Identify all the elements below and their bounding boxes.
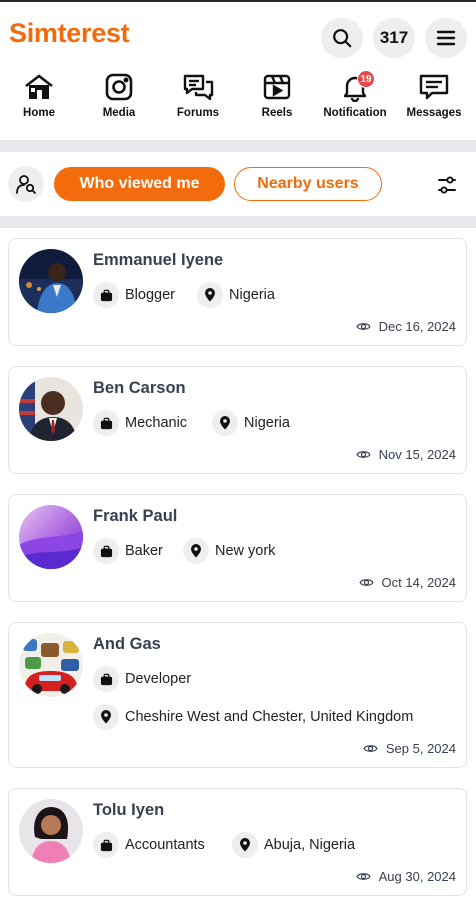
- search-button[interactable]: [321, 18, 363, 58]
- location: Nigeria: [197, 282, 275, 308]
- occupation: Baker: [93, 538, 163, 564]
- search-icon: [333, 29, 352, 48]
- viewed-date: Oct 14, 2024: [358, 575, 456, 590]
- occupation-text: Baker: [125, 543, 163, 559]
- occupation-text: Mechanic: [125, 415, 188, 431]
- avatar[interactable]: [19, 249, 83, 313]
- nav-reels[interactable]: Reels: [232, 72, 322, 119]
- reels-icon: [263, 74, 291, 100]
- location-pin-icon: [183, 538, 209, 564]
- avatar[interactable]: [19, 799, 83, 863]
- occupation-text: Developer: [125, 671, 192, 687]
- notification-badge: 19: [357, 70, 375, 88]
- occupation: Developer: [93, 666, 191, 692]
- date-text: Aug 30, 2024: [378, 869, 456, 884]
- nav-forums-label: Forums: [176, 107, 220, 119]
- coins-button[interactable]: 317: [373, 18, 415, 58]
- eye-icon: [358, 579, 374, 586]
- viewed-date: Nov 15, 2024: [356, 447, 456, 462]
- divider: [0, 216, 476, 228]
- location-text: Nigeria: [244, 415, 290, 431]
- messages-icon: [419, 74, 449, 100]
- location-text: Abuja, Nigeria: [264, 837, 356, 853]
- main-nav: Home Media Forums Reels 19 Notification …: [0, 70, 476, 130]
- forums-icon: [183, 74, 214, 101]
- viewed-date: Dec 16, 2024: [356, 319, 456, 334]
- location: Cheshire West and Chester, United Kingdo…: [93, 704, 413, 730]
- viewed-date: Sep 5, 2024: [363, 741, 456, 756]
- avatar[interactable]: [19, 633, 83, 697]
- nav-notification-label: Notification: [323, 107, 387, 119]
- location: New york: [183, 538, 275, 564]
- eye-icon: [356, 323, 371, 330]
- viewer-name[interactable]: Tolu Iyen: [93, 801, 164, 820]
- brand-logo[interactable]: Simterest: [9, 18, 130, 49]
- eye-icon: [356, 873, 371, 880]
- briefcase-icon: [93, 666, 119, 692]
- viewer-card[interactable]: Tolu Iyen Accountants Abuja, Nigeria Aug…: [8, 788, 467, 896]
- tab-who-viewed-me[interactable]: Who viewed me: [54, 167, 225, 201]
- location-pin-icon: [197, 282, 223, 308]
- user-search-button[interactable]: [8, 166, 44, 202]
- date-text: Dec 16, 2024: [378, 319, 456, 334]
- occupation-text: Blogger: [125, 287, 175, 303]
- nav-home[interactable]: Home: [0, 72, 84, 119]
- viewer-name[interactable]: And Gas: [93, 635, 161, 654]
- menu-button[interactable]: [425, 18, 467, 58]
- nav-reels-label: Reels: [261, 107, 293, 119]
- nav-media[interactable]: Media: [74, 72, 164, 119]
- nav-forums[interactable]: Forums: [153, 72, 243, 119]
- coins-count: 317: [379, 28, 409, 47]
- briefcase-icon: [93, 832, 119, 858]
- briefcase-icon: [93, 538, 119, 564]
- occupation: Mechanic: [93, 410, 187, 436]
- tab-nearby-users[interactable]: Nearby users: [234, 167, 382, 201]
- viewer-name[interactable]: Ben Carson: [93, 379, 186, 398]
- viewed-date: Aug 30, 2024: [356, 869, 456, 884]
- nav-messages-label: Messages: [406, 107, 462, 119]
- location-text: Nigeria: [229, 287, 275, 303]
- date-text: Nov 15, 2024: [378, 447, 456, 462]
- viewer-card[interactable]: Ben Carson Mechanic Nigeria Nov 15, 2024: [8, 366, 467, 474]
- home-icon: [25, 74, 53, 99]
- location-pin-icon: [93, 704, 119, 730]
- viewer-name[interactable]: Frank Paul: [93, 507, 177, 526]
- occupation: Accountants: [93, 832, 205, 858]
- date-text: Oct 14, 2024: [381, 575, 456, 590]
- location: Nigeria: [212, 410, 290, 436]
- location-pin-icon: [212, 410, 238, 436]
- location-pin-icon: [232, 832, 258, 858]
- occupation: Blogger: [93, 282, 175, 308]
- viewer-card[interactable]: Emmanuel Iyene Blogger Nigeria Dec 16, 2…: [8, 238, 467, 346]
- occupation-text: Accountants: [125, 837, 205, 853]
- briefcase-icon: [93, 410, 119, 436]
- hamburger-menu-icon: [436, 30, 456, 46]
- filter-settings-button[interactable]: [436, 174, 458, 201]
- avatar[interactable]: [19, 377, 83, 441]
- avatar[interactable]: [19, 505, 83, 569]
- viewer-card[interactable]: Frank Paul Baker New york Oct 14, 2024: [8, 494, 467, 602]
- eye-icon: [363, 745, 378, 752]
- user-search-icon: [16, 175, 36, 194]
- media-icon: [105, 73, 133, 101]
- nav-media-label: Media: [102, 107, 136, 119]
- location-text: New york: [215, 543, 276, 559]
- briefcase-icon: [93, 282, 119, 308]
- top-bar: Simterest 317 Home Media Forums Reels 19…: [0, 0, 476, 140]
- filter-bar: Who viewed me Nearby users: [0, 152, 476, 216]
- nav-home-label: Home: [23, 107, 55, 119]
- nav-messages[interactable]: Messages: [389, 72, 476, 119]
- viewer-name[interactable]: Emmanuel Iyene: [93, 251, 223, 270]
- eye-icon: [356, 451, 371, 458]
- sliders-icon: [438, 176, 456, 194]
- date-text: Sep 5, 2024: [385, 741, 456, 756]
- location-text: Cheshire West and Chester, United Kingdo…: [125, 709, 414, 725]
- divider: [0, 140, 476, 152]
- viewer-card[interactable]: And Gas Developer Cheshire West and Ches…: [8, 622, 467, 768]
- nav-notification[interactable]: 19 Notification: [310, 70, 400, 119]
- location: Abuja, Nigeria: [232, 832, 355, 858]
